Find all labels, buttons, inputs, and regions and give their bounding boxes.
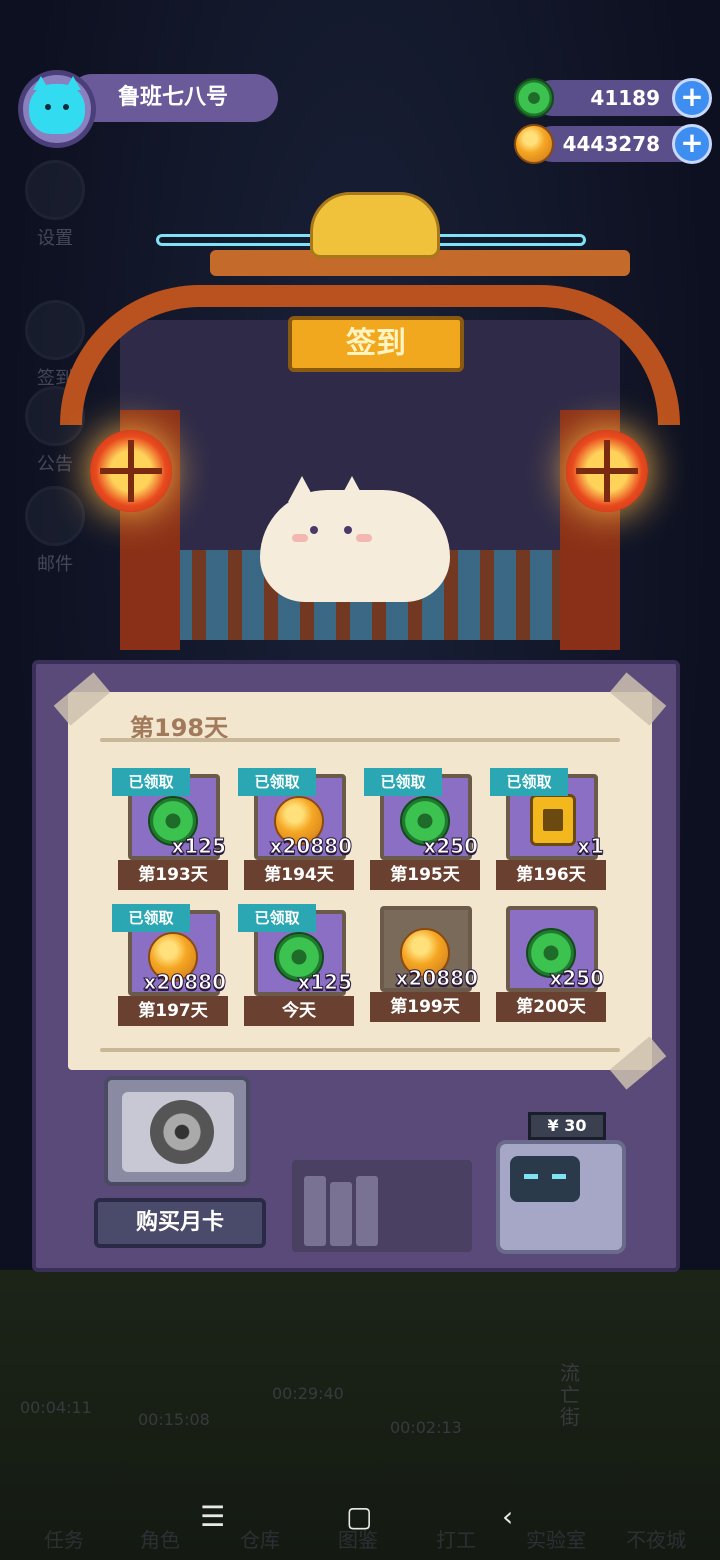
gold-coin-icon xyxy=(514,124,554,164)
reward-day: 第196天 xyxy=(496,860,606,890)
reward-day: 第199天 xyxy=(370,992,480,1022)
menu-icon[interactable]: ☰ xyxy=(200,1500,225,1533)
book xyxy=(330,1182,352,1246)
jade-coin-icon xyxy=(514,78,554,118)
background-timer: 00:29:40 xyxy=(272,1384,344,1403)
lantern-icon xyxy=(566,430,648,512)
avatar[interactable] xyxy=(18,70,96,148)
bookshelf xyxy=(292,1160,472,1252)
reward-day: 第195天 xyxy=(370,860,480,890)
robot-face xyxy=(510,1156,580,1202)
back-icon[interactable]: ‹ xyxy=(502,1500,513,1533)
player-name: 鲁班七八号 xyxy=(68,74,278,122)
gate-ornament-icon xyxy=(310,192,440,258)
tab-nightcity: 不夜城 xyxy=(626,1528,686,1552)
tab-characters: 角色 xyxy=(140,1528,180,1552)
reward-qty: x20880 xyxy=(395,966,478,991)
reward-card-today[interactable]: 已领取 x125 今天 xyxy=(238,904,354,1026)
divider xyxy=(100,1048,620,1052)
tab-work: 打工 xyxy=(436,1528,476,1552)
reward-day: 第193天 xyxy=(118,860,228,890)
monthly-card-tv xyxy=(104,1076,250,1186)
reward-card-day197[interactable]: 已领取 x20880 第197天 xyxy=(112,904,228,1026)
home-icon[interactable]: ▢ xyxy=(346,1500,372,1533)
reward-day: 今天 xyxy=(244,996,354,1026)
add-jade-button[interactable]: + xyxy=(672,78,712,118)
background-timer: 00:04:11 xyxy=(20,1398,92,1417)
tab-lab: 实验室 xyxy=(526,1528,586,1552)
robot-vendor[interactable] xyxy=(496,1140,626,1254)
reward-qty: x125 xyxy=(171,834,227,859)
reward-card-day194[interactable]: 已领取 x20880 第194天 xyxy=(238,768,354,890)
checkin-sign: 签到 xyxy=(288,316,464,372)
street-sign: 流亡街 xyxy=(560,1361,580,1429)
disc-icon xyxy=(150,1100,214,1164)
reward-day: 第200天 xyxy=(496,992,606,1022)
gold-currency: 4443278 + xyxy=(510,122,712,166)
reward-day: 第194天 xyxy=(244,860,354,890)
claimed-tag: 已领取 xyxy=(112,768,190,796)
tv-screen xyxy=(122,1092,234,1172)
reward-card-day193[interactable]: 已领取 x125 第193天 xyxy=(112,768,228,890)
jade-currency: 41189 + xyxy=(510,76,712,120)
reward-card-day195[interactable]: 已领取 x250 第195天 xyxy=(364,768,480,890)
book xyxy=(356,1176,378,1246)
cat-avatar-icon xyxy=(29,76,85,134)
claimed-tag: 已领取 xyxy=(490,768,568,796)
tab-tasks: 任务 xyxy=(44,1528,84,1552)
tab-warehouse: 仓库 xyxy=(240,1528,280,1552)
reward-qty: x1 xyxy=(577,834,605,859)
cat-mascot xyxy=(260,476,450,602)
claimed-tag: 已领取 xyxy=(364,768,442,796)
reward-qty: x20880 xyxy=(269,834,352,859)
claimed-tag: 已领取 xyxy=(238,768,316,796)
checkin-paper: 第198天 已领取 x125 第193天 已领取 x20880 第194天 已领… xyxy=(53,672,667,1090)
reward-card-day196[interactable]: 已领取 x1 第196天 xyxy=(490,768,606,890)
reward-card-day199[interactable]: x20880 第199天 xyxy=(370,900,480,1022)
claimed-tag: 已领取 xyxy=(238,904,316,932)
lantern-icon xyxy=(90,430,172,512)
reward-qty: x125 xyxy=(297,970,353,995)
reward-qty: x250 xyxy=(549,966,605,991)
reward-day: 第197天 xyxy=(118,996,228,1026)
reward-qty: x20880 xyxy=(143,970,226,995)
add-gold-button[interactable]: + xyxy=(672,124,712,164)
claimed-tag: 已领取 xyxy=(112,904,190,932)
book xyxy=(304,1176,326,1246)
buy-monthly-card-button[interactable]: 购买月卡 xyxy=(94,1198,266,1248)
background-timer: 00:02:13 xyxy=(390,1418,462,1437)
checkin-gate: 签到 xyxy=(60,190,680,660)
reward-card-day200[interactable]: x250 第200天 xyxy=(496,900,606,1022)
battery-icon xyxy=(530,794,576,846)
reward-qty: x250 xyxy=(423,834,479,859)
background-timer: 00:15:08 xyxy=(138,1410,210,1429)
divider xyxy=(100,738,620,742)
monthly-price: ¥ 30 xyxy=(528,1112,606,1140)
